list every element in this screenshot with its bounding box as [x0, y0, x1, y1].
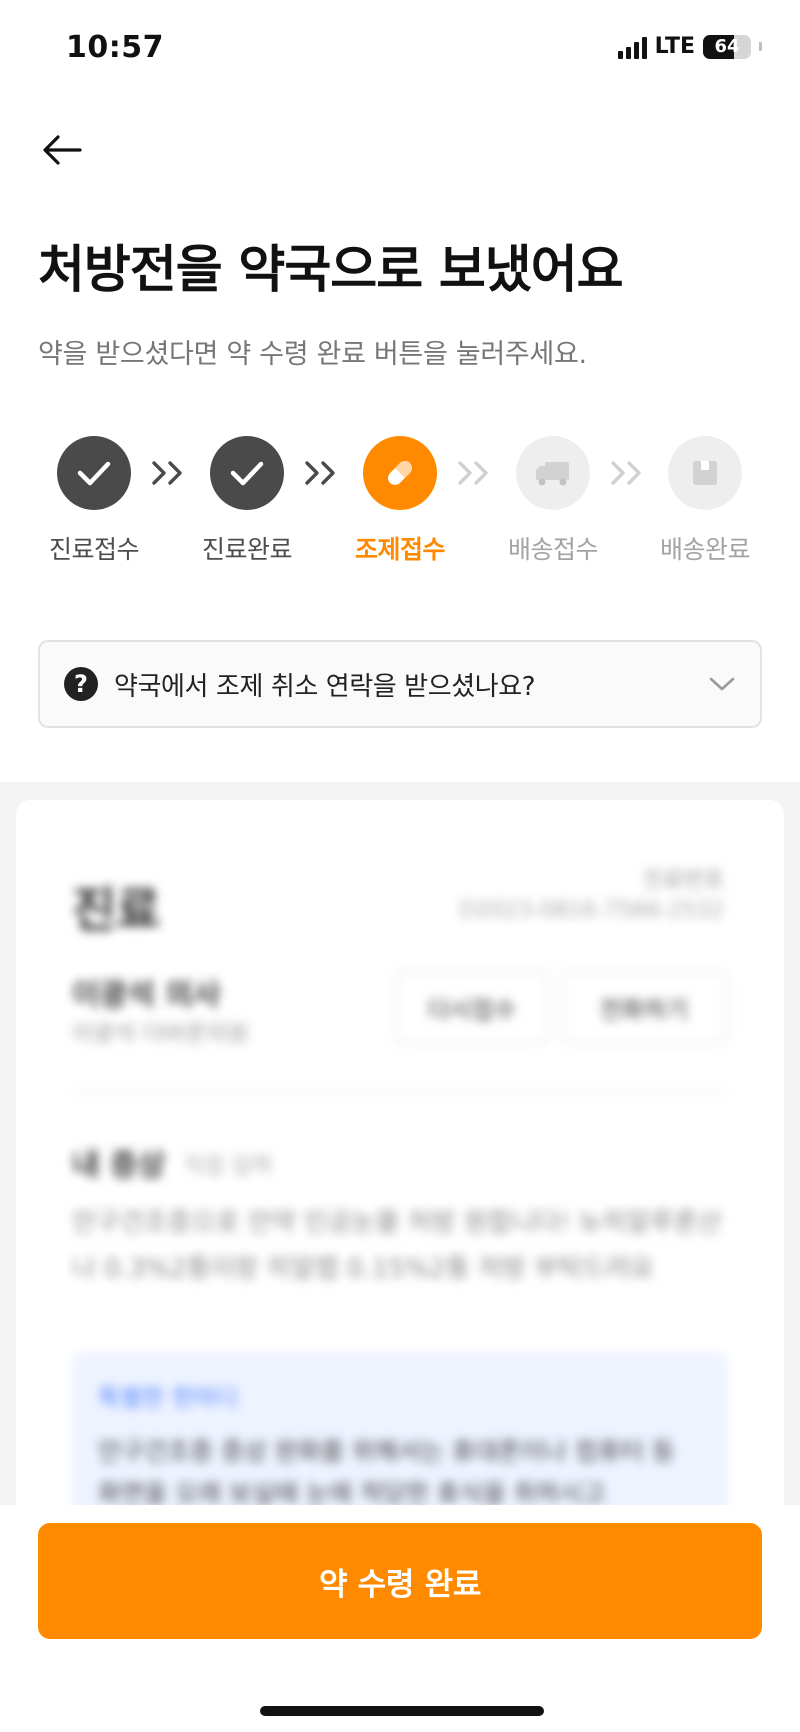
network-label: LTE [654, 34, 695, 59]
symptom-tag: 직접 입력 [184, 1154, 272, 1179]
clinic-name: 이광석 더바른의원 [72, 1021, 249, 1047]
arrow-left-icon [43, 135, 82, 165]
step-label: 진료완료 [201, 535, 293, 564]
page-title: 처방전을 약국으로 보냈어요 [38, 241, 624, 300]
check-icon [230, 461, 264, 486]
reapply-button[interactable]: 다시접수 [396, 970, 548, 1044]
home-indicator [260, 1706, 544, 1716]
status-indicators: LTE 64 [617, 34, 762, 59]
battery-icon: 64 [703, 34, 751, 59]
box-icon [693, 461, 717, 485]
consult-number-label: 진료번호 [643, 868, 724, 893]
divider [72, 1092, 728, 1094]
pill-icon [388, 461, 412, 485]
faq-question: 약국에서 조제 취소 연락을 받으셨나요? [114, 671, 536, 702]
step-circle [57, 436, 131, 510]
check-icon [77, 461, 111, 486]
chevrons-right-icon [148, 456, 192, 490]
battery-cap [759, 42, 762, 51]
symptom-text: 안구건조증으로 안약 인공눈물 처방 원합니다! 뉴히알루론산나 0.3%2통이… [72, 1208, 722, 1284]
chevrons-right-icon [301, 456, 345, 490]
consultation-card: 진료 진료번호 D2023-0816-7566-2532 이광석 의사 이광석 … [16, 800, 784, 1540]
special-note-text: 안구건조증 증상 완화를 위해서는 휴대폰이나 컴퓨터 등 화면을 오래 보실때… [98, 1437, 675, 1508]
symptom-title: 내 증상 [72, 1148, 166, 1183]
step-delivery-complete: 배송완료 [645, 436, 765, 566]
step-label: 배송완료 [659, 535, 751, 564]
call-button[interactable]: 전화하기 [560, 970, 728, 1044]
step-consult-received: 진료접수 [34, 436, 154, 566]
truck-icon [536, 462, 569, 486]
step-circle [668, 436, 742, 510]
page-subtitle: 약을 받으셨다면 약 수령 완료 버튼을 눌러주세요. [38, 339, 587, 370]
signal-icon [617, 35, 647, 59]
chevrons-right-icon [454, 456, 498, 490]
status-time: 10:57 [66, 30, 164, 65]
progress-stepper: 진료접수 진료완료 조제접수 배송접수 배송완료 [0, 436, 800, 576]
doctor-name: 이광석 의사 [72, 978, 221, 1013]
card-title: 진료 [72, 882, 161, 938]
battery-level: 64 [714, 35, 740, 57]
step-label: 배송접수 [507, 535, 599, 564]
question-icon: ? [64, 667, 98, 701]
chevron-down-icon [709, 677, 735, 691]
step-delivery-received: 배송접수 [493, 436, 613, 566]
consult-number: D2023-0816-7566-2532 [459, 898, 724, 923]
blurred-content: 진료 진료번호 D2023-0816-7566-2532 이광석 의사 이광석 … [16, 800, 784, 1540]
step-circle [210, 436, 284, 510]
step-consult-complete: 진료완료 [187, 436, 307, 566]
step-dispensing-received: 조제접수 [340, 436, 460, 566]
cancel-inquiry-accordion[interactable]: ? 약국에서 조제 취소 연락을 받으셨나요? [38, 640, 762, 728]
step-label: 조제접수 [354, 535, 446, 564]
special-note-title: 특별한 한마디 [98, 1384, 239, 1412]
status-bar: 10:57 LTE 64 [0, 0, 800, 100]
medicine-received-button[interactable]: 약 수령 완료 [38, 1523, 762, 1639]
back-button[interactable] [30, 118, 94, 182]
step-circle [516, 436, 590, 510]
step-circle [363, 436, 437, 510]
step-label: 진료접수 [48, 535, 140, 564]
